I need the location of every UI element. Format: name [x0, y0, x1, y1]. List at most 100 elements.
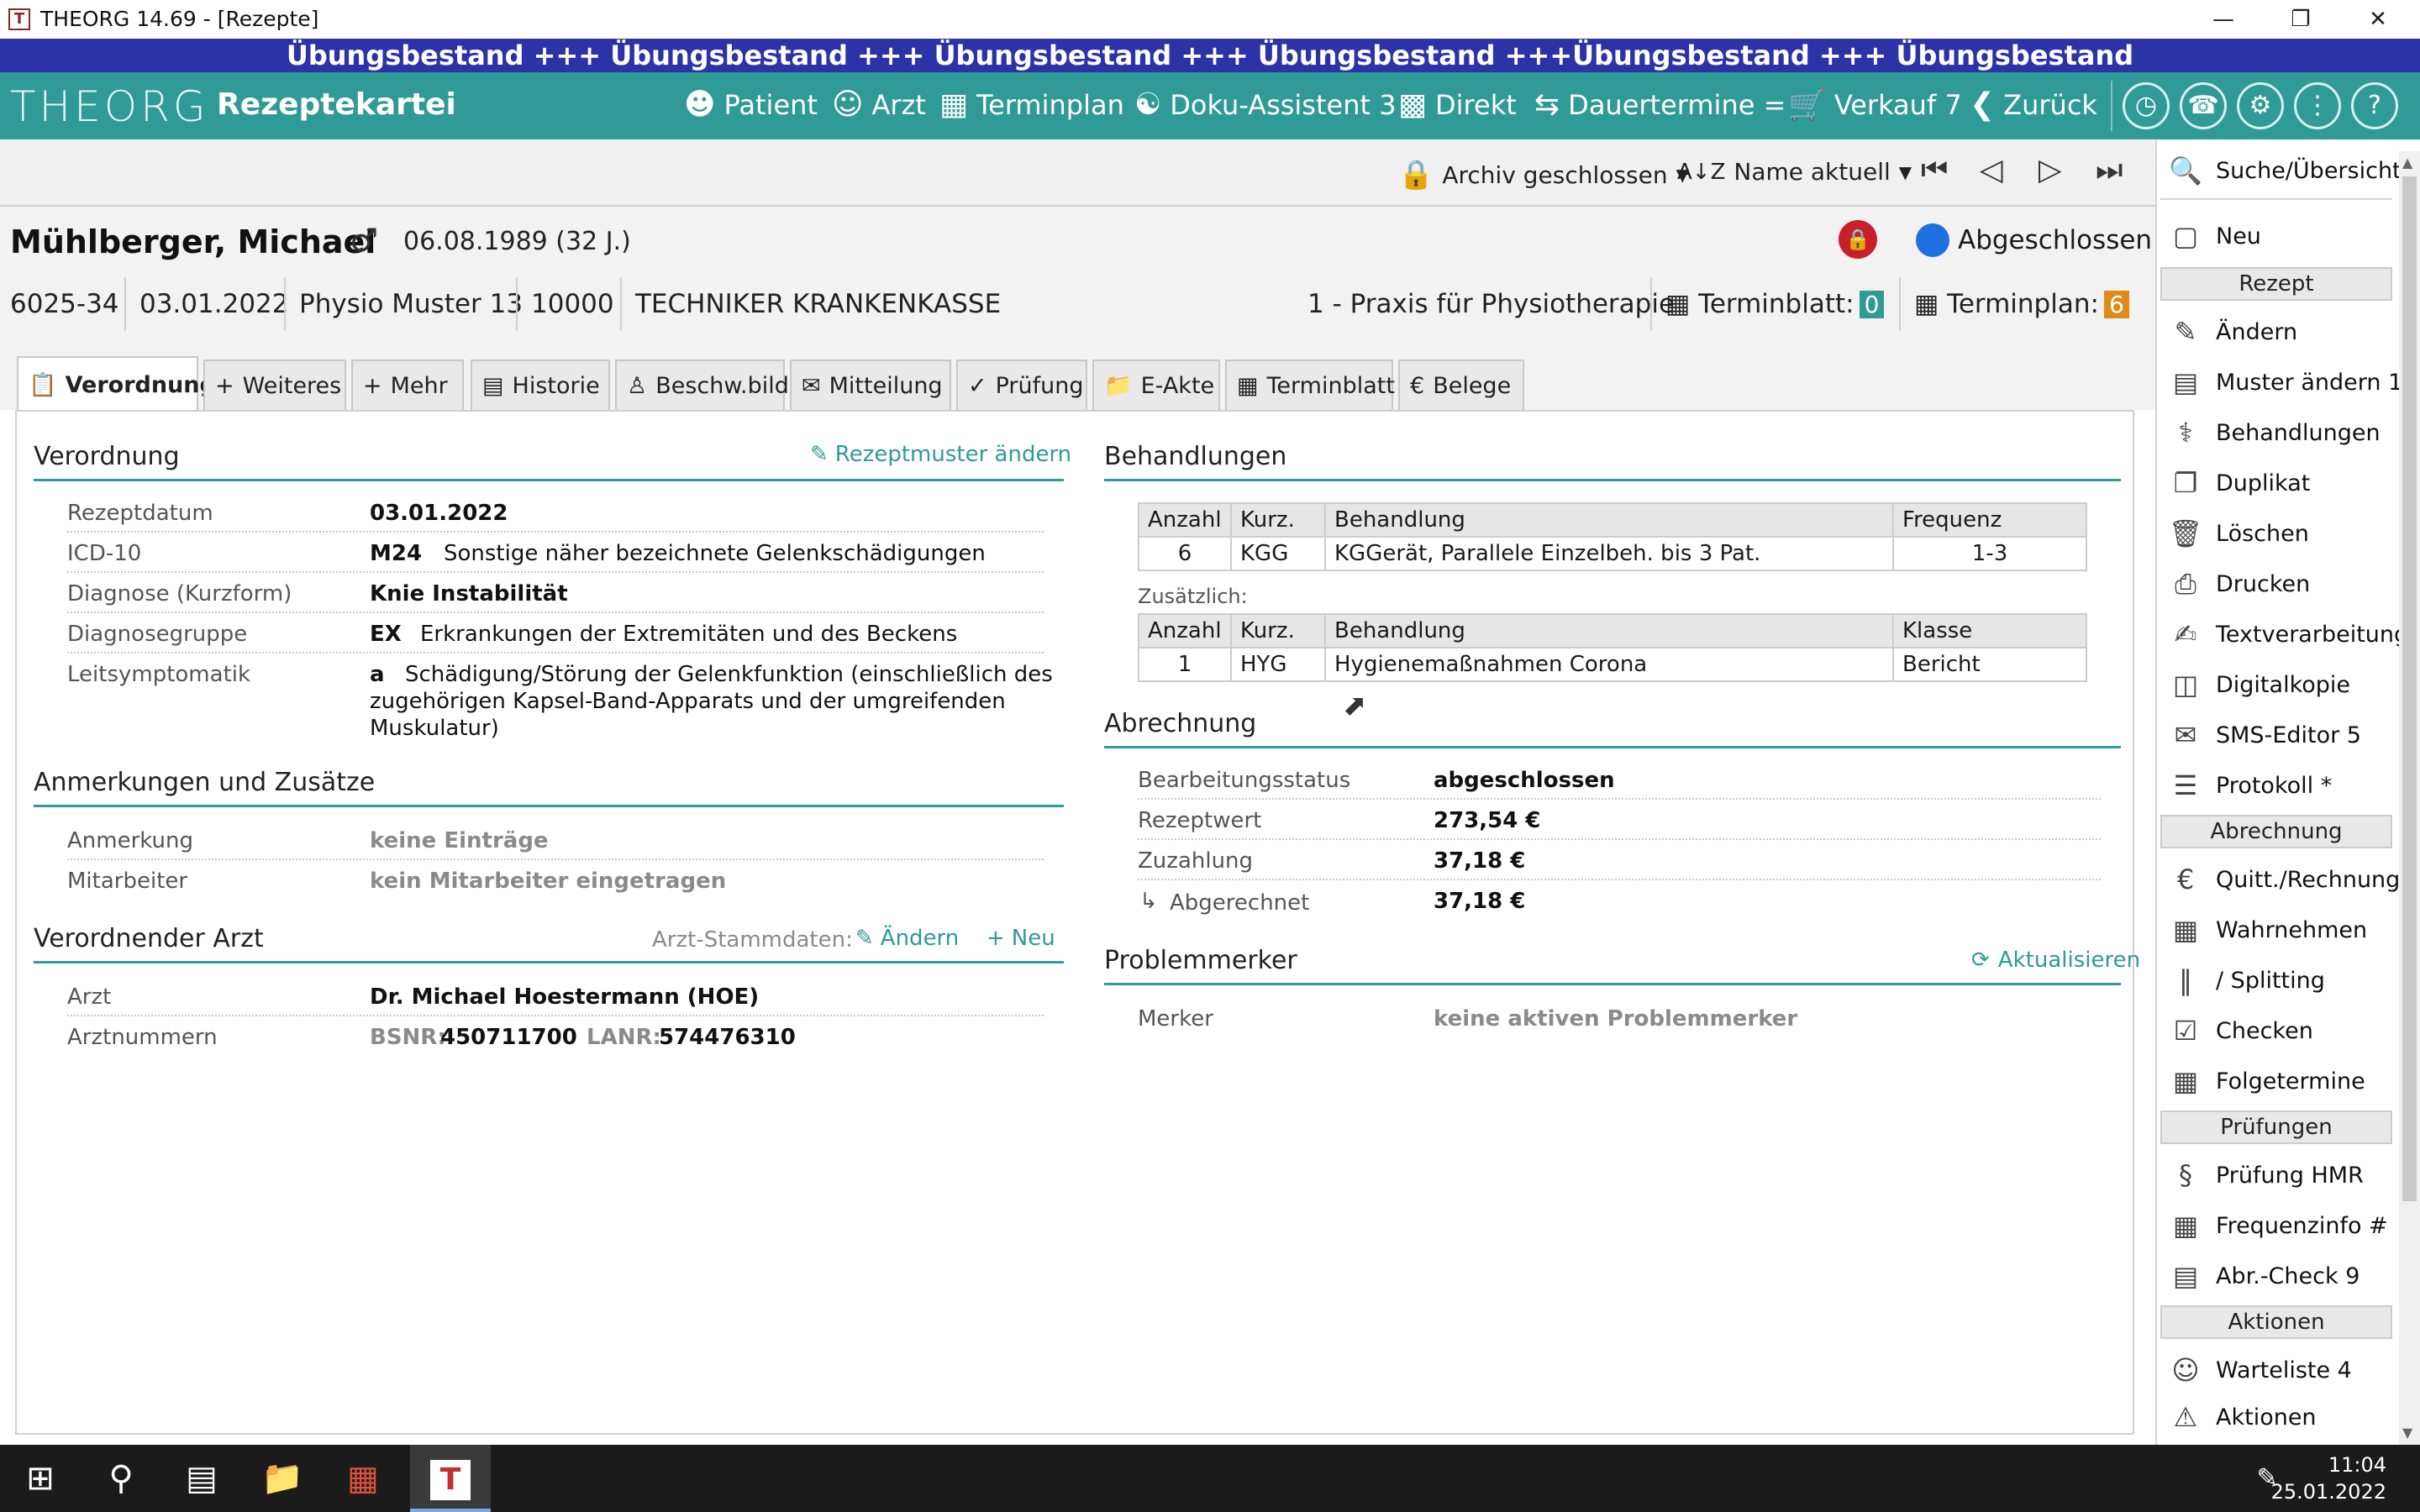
sidebar-search[interactable]: 🔍 Suche/Übersicht: [2167, 155, 2402, 186]
help-icon[interactable]: ?: [2351, 82, 2398, 129]
sidebar-item-abr-check[interactable]: ▤ Abr.-Check 9: [2167, 1260, 2360, 1292]
tab-belege[interactable]: € Belege: [1398, 360, 1524, 410]
theorg-taskbar-icon[interactable]: T: [410, 1445, 491, 1512]
toolbar-zurueck[interactable]: ❮ Zurück: [1970, 87, 2097, 122]
merker-value: keine aktiven Problemmerker: [1434, 1006, 1798, 1032]
rezeptmuster-aendern-link[interactable]: ✎ Rezeptmuster ändern: [810, 442, 1071, 467]
locked-icon[interactable]: 🔒: [1839, 220, 1877, 259]
last-record-icon[interactable]: ⏭: [2096, 153, 2123, 188]
sidebar-scrollbar[interactable]: ▲ ▼: [2399, 151, 2420, 1445]
next-record-icon[interactable]: ▷: [2039, 153, 2062, 187]
section-anmerkungen-title: Anmerkungen und Zusätze: [34, 768, 376, 797]
restore-icon[interactable]: ❐: [2262, 0, 2339, 39]
sidebar-item-pruefung-hmr[interactable]: § Prüfung HMR: [2167, 1159, 2364, 1191]
tab-pruefung[interactable]: ✓ Prüfung: [956, 360, 1087, 410]
aktualisieren-link[interactable]: ⟳ Aktualisieren: [1971, 948, 2140, 973]
section-divider: [34, 961, 1064, 963]
sidebar-item-muster-aendern[interactable]: ▤ Muster ändern 1: [2167, 366, 2402, 398]
sidebar-item-loeschen[interactable]: 🗑 Löschen: [2167, 517, 2309, 549]
sidebar-item-aktionen[interactable]: ⚠ Aktionen: [2167, 1401, 2317, 1433]
more-icon[interactable]: ⋮: [2294, 82, 2341, 129]
tab-mehr[interactable]: + Mehr: [351, 360, 464, 410]
sidebar-item-checken[interactable]: ☑ Checken: [2167, 1015, 2313, 1047]
terminplan-link[interactable]: ▦ Terminplan: 6: [1914, 289, 2129, 319]
sidebar-item-wahrnehmen[interactable]: ▦ Wahrnehmen: [2167, 914, 2367, 946]
sidebar-item-textverarbeitung[interactable]: ✍ Textverarbeitung: [2167, 618, 2409, 650]
sidebar-item-folgetermine[interactable]: ▦ Folgetermine: [2167, 1065, 2365, 1097]
previous-record-icon[interactable]: ◁: [1980, 153, 2003, 187]
field-value: abgeschlossen: [1434, 768, 1615, 793]
arzt-value[interactable]: Dr. Michael Hoestermann (HOE): [370, 984, 759, 1010]
terminblatt-count: 0: [1859, 291, 1885, 318]
arzt-stammdaten-label: Arzt-Stammdaten:: [652, 927, 853, 953]
field-label: Mitarbeiter: [67, 869, 188, 894]
app-icon: T: [8, 8, 30, 30]
archive-dropdown[interactable]: 🔒 Archiv geschlossen ▼: [1398, 158, 1689, 192]
scroll-up-icon[interactable]: ▲: [2402, 155, 2412, 171]
section-divider: [34, 805, 1064, 807]
divider: [2160, 198, 2392, 200]
toolbar-patient[interactable]: ☻ Patient: [684, 87, 818, 122]
sms-icon: ✉: [2174, 719, 2197, 751]
app-grid-icon[interactable]: ▦: [323, 1445, 403, 1512]
arzt-neu-link[interactable]: + Neu: [986, 926, 1055, 951]
refresh-icon: ⟳: [1971, 948, 1990, 973]
toolbar-arzt[interactable]: ☺ Arzt: [832, 87, 926, 122]
icd-code: M24: [370, 541, 423, 566]
sidebar-item-aendern[interactable]: ✎ Ändern: [2167, 316, 2297, 348]
check-icon: ✓: [968, 372, 987, 399]
table-row[interactable]: 6 KGG KGGerät, Parallele Einzelbeh. bis …: [1138, 536, 2087, 571]
table-row[interactable]: 1 HYG Hygienemaßnahmen Corona Bericht: [1138, 647, 2087, 682]
tab-beschwbild[interactable]: ♙ Beschw.bild: [615, 360, 789, 410]
module-title: Rezeptekartei: [217, 87, 456, 122]
minimize-icon[interactable]: —: [2185, 0, 2262, 39]
settings-icon[interactable]: ⚙: [2237, 82, 2284, 129]
sidebar-item-behandlungen[interactable]: ⚕ Behandlungen: [2167, 417, 2380, 449]
close-icon[interactable]: ✕: [2339, 0, 2417, 39]
tab-verordnung[interactable]: 📋 Verordnung: [17, 356, 216, 412]
sidebar-item-frequenzinfo[interactable]: ▦ Frequenzinfo #: [2167, 1210, 2388, 1242]
tab-mitteilung[interactable]: ✉ Mitteilung: [790, 360, 951, 410]
log-icon: ☰: [2173, 769, 2198, 801]
taskbar-clock[interactable]: 11:04 25.01.2022: [2271, 1452, 2386, 1505]
sidebar-item-duplikat[interactable]: ❐ Duplikat: [2167, 467, 2311, 499]
frequency-icon: ▦: [2172, 1210, 2199, 1242]
tab-eakte[interactable]: 📁 E-Akte: [1092, 360, 1220, 410]
first-record-icon[interactable]: ⏮: [1921, 153, 1948, 188]
tab-weiteres[interactable]: + Weiteres: [203, 360, 346, 410]
terminblatt-link[interactable]: ▦ Terminblatt: 0: [1665, 289, 1885, 319]
search-icon[interactable]: ⚲: [81, 1445, 161, 1512]
toolbar-dauertermine[interactable]: ⇆ Dauertermine =: [1534, 87, 1786, 122]
sort-dropdown[interactable]: A↓Z Name aktuell ▼: [1677, 158, 1912, 186]
support-icon[interactable]: ☎: [2180, 82, 2227, 129]
leitsymptom-text-3: Muskulatur): [370, 716, 499, 741]
toolbar-verkauf[interactable]: 🛒 Verkauf 7: [1788, 87, 1962, 123]
windows-start-icon[interactable]: ⊞: [0, 1445, 81, 1512]
task-view-icon[interactable]: ▤: [161, 1445, 242, 1512]
sidebar-new[interactable]: ▢ Neu: [2167, 220, 2261, 252]
sidebar-item-digitalkopie[interactable]: ◫ Digitalkopie: [2167, 669, 2350, 701]
field-label: ICD-10: [67, 541, 142, 566]
sidebar-item-protokoll[interactable]: ☰ Protokoll *: [2167, 769, 2333, 801]
sidebar-item-quittung[interactable]: € Quitt./Rechnung: [2167, 864, 2401, 895]
patient-icon: ☻: [684, 87, 716, 122]
arzt-aendern-link[interactable]: ✎ Ändern: [855, 926, 959, 951]
sidebar-item-warteliste[interactable]: ☺ Warteliste 4: [2167, 1354, 2352, 1386]
scrollbar-thumb[interactable]: [2402, 176, 2417, 1201]
tab-historie[interactable]: ▤ Historie: [471, 360, 610, 410]
clock-icon[interactable]: ◷: [2123, 82, 2170, 129]
toolbar-doku-assistent[interactable]: ☯ Doku-Assistent 3: [1134, 87, 1397, 122]
receipt-icon: €: [1410, 372, 1425, 399]
scroll-down-icon[interactable]: ▼: [2402, 1425, 2412, 1441]
field-label: Zuzahlung: [1138, 848, 1254, 874]
file-explorer-icon[interactable]: 📁: [242, 1445, 323, 1512]
calendar-icon: ▦: [1237, 372, 1259, 399]
divider: [284, 277, 286, 331]
sidebar-item-splitting[interactable]: ‖ / Splitting: [2167, 964, 2325, 996]
sidebar-item-drucken[interactable]: ⎙ Drucken: [2167, 568, 2310, 601]
tab-terminblatt[interactable]: ▦ Terminblatt: [1225, 360, 1395, 410]
toolbar-terminplan[interactable]: ▦ Terminplan: [939, 87, 1124, 122]
column-header: Frequenz: [1892, 502, 2087, 538]
toolbar-direkt[interactable]: ▩ Direkt: [1398, 87, 1517, 122]
sidebar-item-sms-editor[interactable]: ✉ SMS-Editor 5: [2167, 719, 2361, 751]
